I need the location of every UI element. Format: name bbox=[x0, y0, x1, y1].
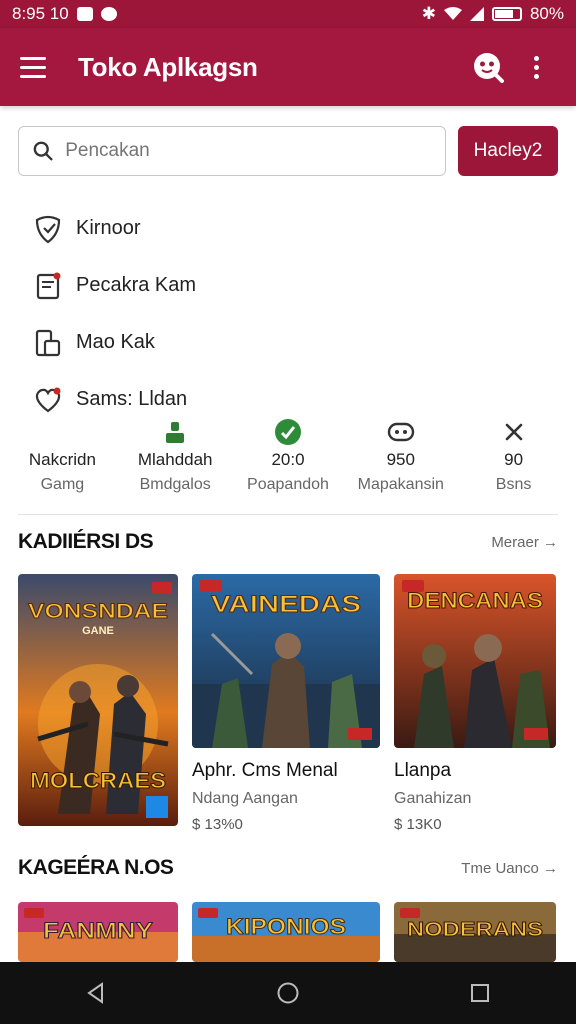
device-icon bbox=[32, 327, 64, 359]
search-button[interactable]: Hacley2 bbox=[458, 126, 558, 176]
game-card[interactable]: VONSNDAE GANE MOLCRAES bbox=[18, 574, 178, 833]
status-bar: 8:95 10 ✱ 80% bbox=[0, 0, 576, 28]
check-badge-icon bbox=[274, 418, 302, 446]
see-more-link[interactable]: Tme Uanco → bbox=[461, 860, 558, 877]
search-row: Hacley2 bbox=[18, 126, 558, 176]
cover-title-text: NODERANS bbox=[407, 919, 543, 941]
cover-subtitle-text: GANE bbox=[82, 625, 114, 637]
section-title: KADIIÉRSI DS bbox=[18, 530, 154, 553]
stat-value: 950 bbox=[386, 450, 415, 469]
game-cover-image: NODERANS bbox=[394, 902, 556, 962]
stat-poapandoh[interactable]: 20:0 Poapandoh bbox=[232, 418, 344, 502]
stat-value: 90 bbox=[504, 450, 524, 469]
menu-item-label: Sams: Lldan bbox=[76, 388, 188, 410]
status-right: ✱ 80% bbox=[422, 4, 564, 24]
stat-value: Mlahddah bbox=[137, 450, 213, 469]
status-left: 8:95 10 bbox=[12, 4, 117, 24]
bluetooth-icon: ✱ bbox=[421, 4, 436, 23]
section-header-2: KAGEÉRA N.OS Tme Uanco → bbox=[18, 856, 558, 880]
stat-label: Gamg bbox=[40, 476, 85, 493]
document-icon bbox=[32, 270, 64, 302]
notification-icon bbox=[76, 7, 93, 21]
game-cover-image: KIPONIOS bbox=[192, 902, 380, 962]
system-nav-bar bbox=[0, 962, 576, 1024]
recents-icon[interactable] bbox=[456, 969, 504, 1017]
stat-label: Poapandoh bbox=[247, 476, 329, 493]
game-title: Aphr. Cms Menal bbox=[192, 760, 338, 781]
game-price: $ 13%0 bbox=[192, 816, 243, 833]
section-header-1: KADIIÉRSI DS Meraer → bbox=[18, 530, 558, 554]
signal-icon bbox=[469, 7, 484, 21]
search-icon bbox=[33, 141, 53, 161]
menu-item-mao-kak[interactable]: Mao Kak bbox=[32, 314, 532, 371]
gamepad-icon bbox=[387, 418, 415, 446]
cover-title-text: VONSNDAE bbox=[28, 600, 168, 623]
game-cover-image: VONSNDAE GANE MOLCRAES bbox=[18, 574, 178, 826]
battery-icon bbox=[491, 7, 522, 21]
game-developer: Ndang Aangan bbox=[192, 790, 298, 807]
stat-bsns[interactable]: 90 Bsns bbox=[458, 418, 570, 502]
game-card[interactable]: KIPONIOS bbox=[192, 902, 380, 962]
cards-row-1: VONSNDAE GANE MOLCRAES VAINEDAS Aphr. Cm… bbox=[18, 574, 556, 833]
search-box[interactable] bbox=[18, 126, 446, 176]
menu-item-label: Kirnoor bbox=[76, 217, 141, 239]
stats-row: Nakcridn Gamg Mlahddah Bmdgalos 20:0 Poa… bbox=[0, 418, 576, 502]
game-card[interactable]: DENCANAS Llanpa Ganahizan $ 13K0 bbox=[394, 574, 556, 833]
game-card[interactable]: FANMNY bbox=[18, 902, 178, 962]
cover-bottom-text: MOLCRAES bbox=[30, 768, 166, 793]
stat-label: Bsns bbox=[495, 476, 532, 493]
stat-game[interactable]: Nakcridn Gamg bbox=[6, 418, 118, 502]
stat-value: Nakcridn bbox=[28, 450, 96, 469]
home-icon[interactable] bbox=[264, 969, 312, 1017]
app-title: Toko Aplkagsn bbox=[78, 51, 258, 82]
app-bar: Toko Aplkagsn bbox=[0, 28, 576, 106]
person-icon bbox=[163, 418, 187, 446]
stat-label: Bmdgalos bbox=[139, 476, 211, 493]
heart-icon bbox=[32, 384, 64, 416]
stat-value: 20:0 bbox=[271, 450, 305, 469]
game-developer: Ganahizan bbox=[394, 790, 472, 807]
menu-list: Kirnoor Pecakra Kam Mao Kak Sams: Lldan bbox=[32, 200, 532, 428]
cover-title-text: KIPONIOS bbox=[226, 914, 346, 939]
game-cover-image: DENCANAS bbox=[394, 574, 556, 748]
game-card[interactable]: NODERANS bbox=[394, 902, 556, 962]
see-more-link[interactable]: Meraer → bbox=[491, 534, 558, 551]
stat-label: Mapakansin bbox=[357, 476, 444, 493]
cover-title-text: FANMNY bbox=[43, 918, 153, 943]
cards-row-2: FANMNY KIPONIOS NODERANS bbox=[18, 902, 556, 962]
shield-edit-icon bbox=[32, 213, 64, 245]
cover-title-text: VAINEDAS bbox=[211, 591, 361, 618]
menu-item-pecakra[interactable]: Pecakra Kam bbox=[32, 257, 532, 314]
menu-item-kirnoor[interactable]: Kirnoor bbox=[32, 200, 532, 257]
hamburger-menu-icon[interactable] bbox=[20, 49, 56, 85]
wifi-icon bbox=[443, 7, 462, 20]
game-cover-image: VAINEDAS bbox=[192, 574, 380, 748]
close-icon bbox=[503, 418, 525, 446]
battery-level: 80% bbox=[529, 4, 564, 23]
stat-bmdgalos[interactable]: Mlahddah Bmdgalos bbox=[119, 418, 231, 502]
section-divider bbox=[18, 514, 558, 515]
game-title: Llanpa bbox=[394, 760, 452, 781]
cover-title-text: DENCANAS bbox=[407, 588, 543, 613]
chat-bot-icon[interactable] bbox=[468, 47, 508, 87]
more-options-icon[interactable] bbox=[516, 47, 556, 87]
stat-mapakansin[interactable]: 950 Mapakansin bbox=[345, 418, 457, 502]
game-cover-image: FANMNY bbox=[18, 902, 178, 962]
search-input[interactable] bbox=[65, 140, 431, 162]
game-card[interactable]: VAINEDAS Aphr. Cms Menal Ndang Aangan $ … bbox=[192, 574, 380, 833]
section-title: KAGEÉRA N.OS bbox=[18, 856, 174, 879]
back-icon[interactable] bbox=[72, 969, 120, 1017]
menu-item-label: Pecakra Kam bbox=[76, 274, 197, 296]
notification-icon-2 bbox=[100, 7, 117, 21]
menu-item-label: Mao Kak bbox=[76, 331, 155, 353]
game-price: $ 13K0 bbox=[394, 816, 442, 833]
status-time: 8:95 10 bbox=[12, 4, 69, 23]
